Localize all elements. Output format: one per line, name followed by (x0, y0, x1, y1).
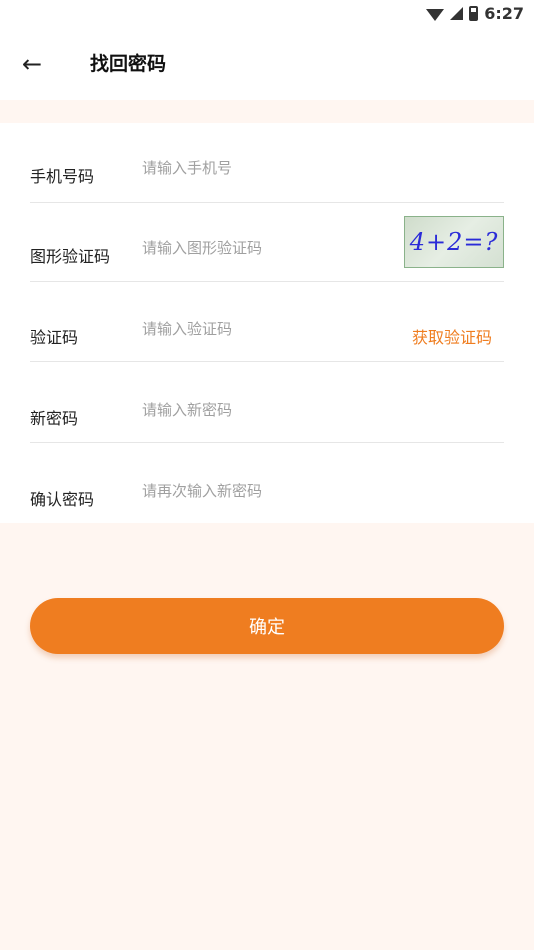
battery-icon (469, 6, 479, 21)
confirm-button[interactable]: 确定 (30, 598, 504, 654)
confirm-password-row: 确认密码 (30, 443, 504, 523)
sms-code-label: 验证码 (30, 328, 79, 347)
status-icons: 6:27 (426, 4, 524, 23)
status-bar: 6:27 (0, 0, 534, 28)
wifi-icon (426, 8, 445, 21)
confirm-password-label: 确认密码 (30, 490, 95, 509)
reset-password-form: 手机号码 图形验证码 4+2=? 验证码 获取验证码 新密码 确认密码 (0, 123, 534, 523)
captcha-row: 图形验证码 4+2=? (30, 202, 504, 282)
page-title: 找回密码 (90, 53, 167, 75)
confirm-password-input[interactable] (142, 482, 382, 500)
back-arrow-icon[interactable]: ← (18, 50, 46, 78)
captcha-label: 图形验证码 (30, 247, 111, 266)
captcha-text: 4+2=? (409, 228, 499, 256)
get-code-button[interactable]: 获取验证码 (412, 324, 492, 348)
captcha-image[interactable]: 4+2=? (404, 216, 504, 268)
status-time: 6:27 (484, 4, 524, 23)
phone-input[interactable] (142, 159, 382, 177)
phone-row: 手机号码 (30, 123, 504, 203)
sms-code-input[interactable] (142, 320, 382, 338)
new-password-label: 新密码 (30, 409, 79, 428)
app-bar: ← 找回密码 (0, 28, 534, 100)
captcha-input[interactable] (142, 239, 382, 257)
new-password-input[interactable] (142, 401, 382, 419)
signal-icon (450, 7, 464, 20)
new-password-row: 新密码 (30, 363, 504, 443)
phone-label: 手机号码 (30, 167, 95, 186)
sms-code-row: 验证码 获取验证码 (30, 282, 504, 362)
